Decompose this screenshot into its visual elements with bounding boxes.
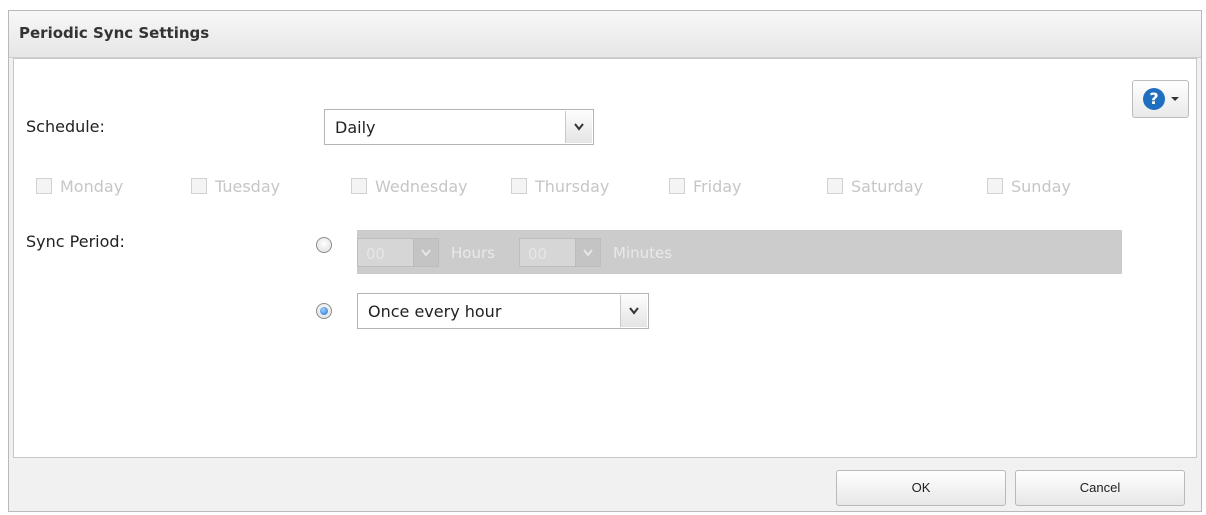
thursday-checkbox	[511, 178, 527, 194]
weekday-sunday: Sunday	[987, 177, 1071, 197]
sync-period-label: Sync Period:	[26, 232, 125, 251]
sunday-checkbox	[987, 178, 1003, 194]
hours-select: 00	[357, 238, 439, 267]
weekday-saturday: Saturday	[827, 177, 923, 197]
dialog-title: Periodic Sync Settings	[19, 24, 210, 42]
schedule-label: Schedule:	[26, 117, 105, 136]
caret-down-icon	[1171, 97, 1179, 101]
custom-interval-radio[interactable]	[316, 237, 332, 253]
minutes-select: 00	[519, 238, 601, 267]
preset-interval-select[interactable]: Once every hour	[357, 293, 649, 329]
tuesday-checkbox	[191, 178, 207, 194]
saturday-checkbox	[827, 178, 843, 194]
minutes-unit-label: Minutes	[613, 244, 673, 262]
friday-checkbox	[669, 178, 685, 194]
weekday-friday: Friday	[669, 177, 742, 197]
preset-interval-value: Once every hour	[368, 302, 502, 321]
monday-checkbox	[36, 178, 52, 194]
preset-interval-radio[interactable]	[316, 303, 332, 319]
hours-value: 00	[366, 245, 386, 263]
wednesday-checkbox	[351, 178, 367, 194]
dialog-titlebar: Periodic Sync Settings	[9, 11, 1201, 58]
schedule-selected-value: Daily	[335, 118, 376, 137]
help-button[interactable]: ?	[1132, 80, 1189, 118]
periodic-sync-dialog: Periodic Sync Settings ? Schedule: Daily…	[8, 10, 1202, 512]
weekday-wednesday: Wednesday	[351, 177, 468, 197]
weekday-label: Monday	[60, 177, 124, 196]
ok-button[interactable]: OK	[836, 470, 1006, 506]
radio-selected-dot	[320, 307, 328, 315]
weekday-thursday: Thursday	[511, 177, 609, 197]
custom-interval-panel: 00 Hours 00 Minutes	[357, 230, 1122, 274]
chevron-down-icon[interactable]	[620, 295, 647, 327]
weekday-label: Tuesday	[215, 177, 281, 196]
minutes-value: 00	[528, 245, 548, 263]
chevron-down-icon[interactable]	[565, 111, 592, 143]
weekday-label: Sunday	[1011, 177, 1071, 196]
weekday-label: Wednesday	[375, 177, 468, 196]
weekday-tuesday: Tuesday	[191, 177, 280, 197]
weekday-monday: Monday	[36, 177, 123, 197]
chevron-down-icon	[575, 239, 600, 266]
weekday-label: Friday	[693, 177, 742, 196]
weekday-label: Saturday	[851, 177, 924, 196]
hours-unit-label: Hours	[451, 244, 495, 262]
schedule-select[interactable]: Daily	[324, 109, 594, 145]
cancel-button[interactable]: Cancel	[1015, 470, 1185, 506]
weekday-label: Thursday	[535, 177, 610, 196]
help-icon: ?	[1143, 88, 1165, 110]
chevron-down-icon	[413, 239, 438, 266]
